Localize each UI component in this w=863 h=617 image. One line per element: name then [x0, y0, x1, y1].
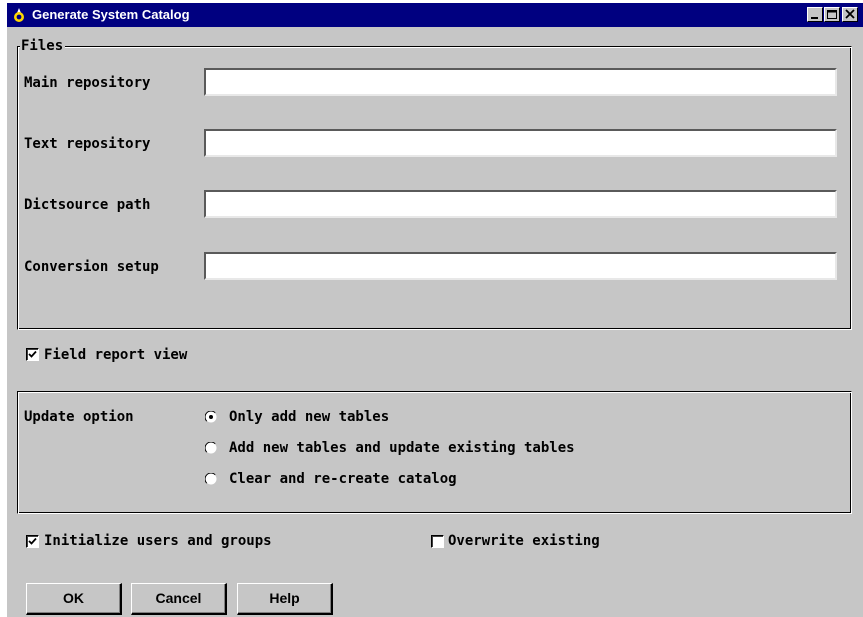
close-button[interactable]: [842, 7, 858, 22]
files-group-legend: Files: [20, 38, 66, 54]
radio-add-and-update-tables[interactable]: [205, 442, 217, 454]
ok-button[interactable]: OK: [26, 583, 122, 615]
update-option-label: Update option: [24, 409, 134, 425]
main-repository-input[interactable]: [204, 68, 837, 96]
initialize-users-checkbox[interactable]: [26, 535, 39, 548]
maximize-icon: [827, 10, 837, 19]
minimize-icon: [811, 17, 818, 19]
cancel-button[interactable]: Cancel: [131, 583, 227, 615]
generate-system-catalog-dialog: Generate System Catalog Files Main repos…: [7, 3, 863, 617]
radio-add-and-update-tables-label: Add new tables and update existing table…: [229, 440, 575, 456]
field-report-view-label: Field report view: [44, 347, 188, 363]
radio-only-add-new-tables-label: Only add new tables: [229, 409, 390, 425]
text-repository-input[interactable]: [204, 129, 837, 157]
checkmark-icon: [28, 350, 37, 358]
radio-only-add-new-tables[interactable]: [205, 411, 217, 423]
app-icon: [11, 7, 27, 23]
conversion-setup-label: Conversion setup: [24, 259, 159, 275]
text-repository-label: Text repository: [24, 136, 151, 152]
overwrite-existing-checkbox[interactable]: [431, 535, 444, 548]
overwrite-existing-label: Overwrite existing: [448, 533, 600, 549]
dictsource-path-label: Dictsource path: [24, 197, 151, 213]
minimize-button[interactable]: [807, 7, 823, 22]
window-title: Generate System Catalog: [32, 7, 190, 22]
main-repository-label: Main repository: [24, 75, 151, 91]
dictsource-path-input[interactable]: [204, 190, 837, 218]
radio-clear-and-recreate[interactable]: [205, 473, 217, 485]
radio-clear-and-recreate-label: Clear and re-create catalog: [229, 471, 457, 487]
title-bar[interactable]: Generate System Catalog: [7, 3, 863, 27]
checkmark-icon: [28, 537, 37, 545]
maximize-button[interactable]: [824, 7, 840, 22]
initialize-users-label: Initialize users and groups: [44, 533, 272, 549]
conversion-setup-input[interactable]: [204, 252, 837, 280]
field-report-view-checkbox[interactable]: [26, 348, 39, 361]
help-button[interactable]: Help: [237, 583, 333, 615]
close-icon: [845, 9, 855, 19]
